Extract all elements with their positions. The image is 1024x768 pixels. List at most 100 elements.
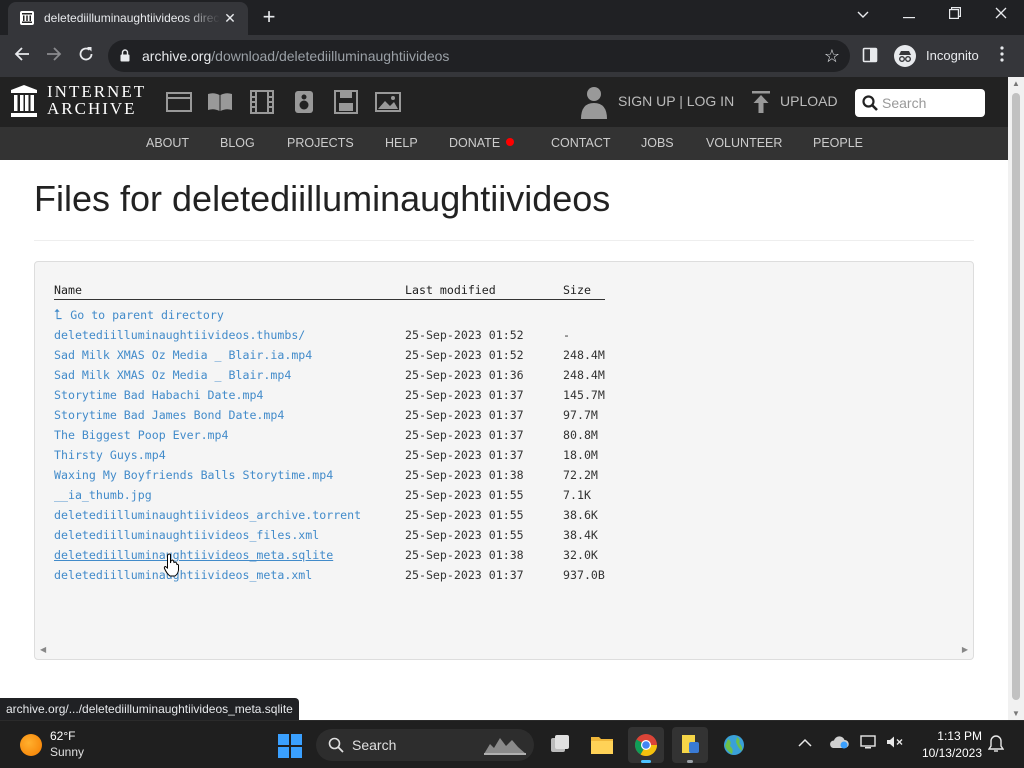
file-link[interactable]: Sad Milk XMAS Oz Media _ Blair.ia.mp4 <box>54 348 312 362</box>
search-icon[interactable] <box>862 95 878 116</box>
file-size: 97.7M <box>563 408 598 422</box>
taskbar-search-box[interactable]: Search <box>316 729 534 761</box>
ia-top-bar: INTERNET ARCHIVE SIGN UP | LOG IN UPLOAD <box>0 77 1008 127</box>
volume-muted-icon[interactable] <box>886 735 904 752</box>
file-row: Storytime Bad Habachi Date.mp4 25-Sep-20… <box>54 388 614 406</box>
ia-search-input[interactable] <box>882 93 980 113</box>
column-header-name[interactable]: Name <box>54 283 82 297</box>
file-link[interactable]: The Biggest Poop Ever.mp4 <box>54 428 229 442</box>
browser-tab[interactable]: deletediilluminaughtiivideos directory l… <box>8 2 248 35</box>
images-picture-icon[interactable] <box>375 90 401 114</box>
nav-donate[interactable]: DONATE <box>449 136 515 150</box>
ia-wordmark[interactable]: INTERNET ARCHIVE <box>47 83 146 117</box>
scroll-down-arrow-icon[interactable]: ▼ <box>1012 709 1020 718</box>
taskbar-search-label: Search <box>352 737 397 753</box>
notification-bell-icon[interactable] <box>987 735 1005 756</box>
tab-close-icon[interactable]: ✕ <box>220 8 240 28</box>
texts-book-icon[interactable] <box>207 90 233 114</box>
file-modified: 25-Sep-2023 01:37 <box>405 388 524 402</box>
nav-contact[interactable]: CONTACT <box>551 136 611 150</box>
video-film-icon[interactable] <box>249 90 275 114</box>
minimize-window-icon[interactable] <box>886 0 932 32</box>
web-archive-icon[interactable] <box>166 90 192 114</box>
file-row: Storytime Bad James Bond Date.mp4 25-Sep… <box>54 408 614 426</box>
upload-link[interactable]: UPLOAD <box>780 93 838 109</box>
file-link[interactable]: deletediilluminaughtiivideos_meta.sqlite <box>54 548 333 562</box>
nav-jobs[interactable]: JOBS <box>641 136 674 150</box>
url-text[interactable]: archive.org/download/deletediilluminaugh… <box>142 48 449 64</box>
scrollbar-thumb[interactable] <box>1012 93 1020 700</box>
bookmark-star-icon[interactable]: ☆ <box>824 46 840 66</box>
file-modified: 25-Sep-2023 01:37 <box>405 448 524 462</box>
reload-icon[interactable] <box>72 42 100 70</box>
browser-menu-icon[interactable] <box>992 42 1012 70</box>
windows-start-icon[interactable] <box>278 734 302 758</box>
url-host: archive.org <box>142 48 212 64</box>
nav-people[interactable]: PEOPLE <box>813 136 863 150</box>
file-size: 32.0K <box>563 548 598 562</box>
chrome-taskbar-icon[interactable] <box>628 727 664 763</box>
windows-taskbar: 62°F Sunny Search 1:13 PM 10/13/2023 <box>0 720 1024 768</box>
file-size: 38.4K <box>563 528 598 542</box>
file-link[interactable]: Storytime Bad James Bond Date.mp4 <box>54 408 284 422</box>
wordmark-line-2: ARCHIVE <box>47 99 137 118</box>
lock-icon[interactable] <box>120 49 130 67</box>
header-divider <box>54 299 605 300</box>
weather-condition[interactable]: Sunny <box>50 745 84 759</box>
file-link[interactable]: deletediilluminaughtiivideos_meta.xml <box>54 568 312 582</box>
file-link[interactable]: Storytime Bad Habachi Date.mp4 <box>54 388 263 402</box>
nav-help[interactable]: HELP <box>385 136 418 150</box>
show-hidden-icons-chevron-icon[interactable] <box>798 735 812 751</box>
file-row: Sad Milk XMAS Oz Media _ Blair.ia.mp4 25… <box>54 348 614 366</box>
file-explorer-icon[interactable] <box>584 727 620 763</box>
sun-weather-icon[interactable] <box>20 734 42 756</box>
taskbar-clock-date[interactable]: 10/13/2023 <box>912 746 982 760</box>
file-link[interactable]: deletediilluminaughtiivideos_files.xml <box>54 528 319 542</box>
nav-volunteer[interactable]: VOLUNTEER <box>706 136 782 150</box>
signup-login-link[interactable]: SIGN UP | LOG IN <box>618 93 734 109</box>
archive-logo-icon[interactable] <box>10 85 38 117</box>
address-bar[interactable]: archive.org/download/deletediilluminaugh… <box>108 40 850 72</box>
nav-projects[interactable]: PROJECTS <box>287 136 354 150</box>
file-size: 937.0B <box>563 568 605 582</box>
new-tab-button[interactable]: + <box>256 6 282 28</box>
tab-search-chevron-icon[interactable] <box>840 0 886 32</box>
notes-app-icon[interactable] <box>672 727 708 763</box>
ia-search-box[interactable] <box>855 89 985 117</box>
column-header-modified[interactable]: Last modified <box>405 283 496 297</box>
taskbar-clock-time[interactable]: 1:13 PM <box>920 729 982 743</box>
file-link[interactable]: deletediilluminaughtiivideos_archive.tor… <box>54 508 361 522</box>
listing-horizontal-scrollbar[interactable]: ◀ ▶ <box>36 642 972 658</box>
onedrive-cloud-icon[interactable] <box>829 735 849 752</box>
upload-arrow-icon[interactable] <box>752 91 770 113</box>
file-link[interactable]: __ia_thumb.jpg <box>54 488 152 502</box>
file-link[interactable]: Thirsty Guys.mp4 <box>54 448 166 462</box>
forward-arrow-icon[interactable] <box>40 42 68 70</box>
close-window-icon[interactable] <box>978 0 1024 32</box>
back-arrow-icon[interactable] <box>8 42 36 70</box>
url-path: /download/deletediilluminaughtiivideos <box>211 48 450 64</box>
scroll-right-arrow-icon[interactable]: ▶ <box>962 645 968 654</box>
file-link[interactable]: deletediilluminaughtiivideos.thumbs/ <box>54 328 305 342</box>
task-view-icon[interactable] <box>542 727 578 763</box>
scroll-up-arrow-icon[interactable]: ▲ <box>1012 79 1020 88</box>
software-floppy-icon[interactable] <box>333 90 359 114</box>
weather-temperature[interactable]: 62°F <box>50 729 75 743</box>
file-modified: 25-Sep-2023 01:52 <box>405 328 524 342</box>
file-modified: 25-Sep-2023 01:52 <box>405 348 524 362</box>
nav-blog[interactable]: BLOG <box>220 136 255 150</box>
parent-directory-link[interactable]: ⮤ Go to parent directory <box>54 307 224 323</box>
page-vertical-scrollbar[interactable]: ▲ ▼ <box>1008 77 1024 720</box>
user-avatar-icon[interactable] <box>580 85 608 119</box>
column-header-size[interactable]: Size <box>563 283 591 297</box>
incognito-indicator[interactable]: Incognito <box>890 42 989 70</box>
side-panel-icon[interactable] <box>862 47 878 63</box>
nav-about[interactable]: ABOUT <box>146 136 189 150</box>
audio-speaker-icon[interactable] <box>291 90 317 114</box>
network-display-icon[interactable] <box>860 735 878 752</box>
file-link[interactable]: Sad Milk XMAS Oz Media _ Blair.mp4 <box>54 368 291 382</box>
file-link[interactable]: Waxing My Boyfriends Balls Storytime.mp4 <box>54 468 333 482</box>
maps-globe-icon[interactable] <box>716 727 752 763</box>
restore-window-icon[interactable] <box>932 0 978 32</box>
scroll-left-arrow-icon[interactable]: ◀ <box>40 645 46 654</box>
